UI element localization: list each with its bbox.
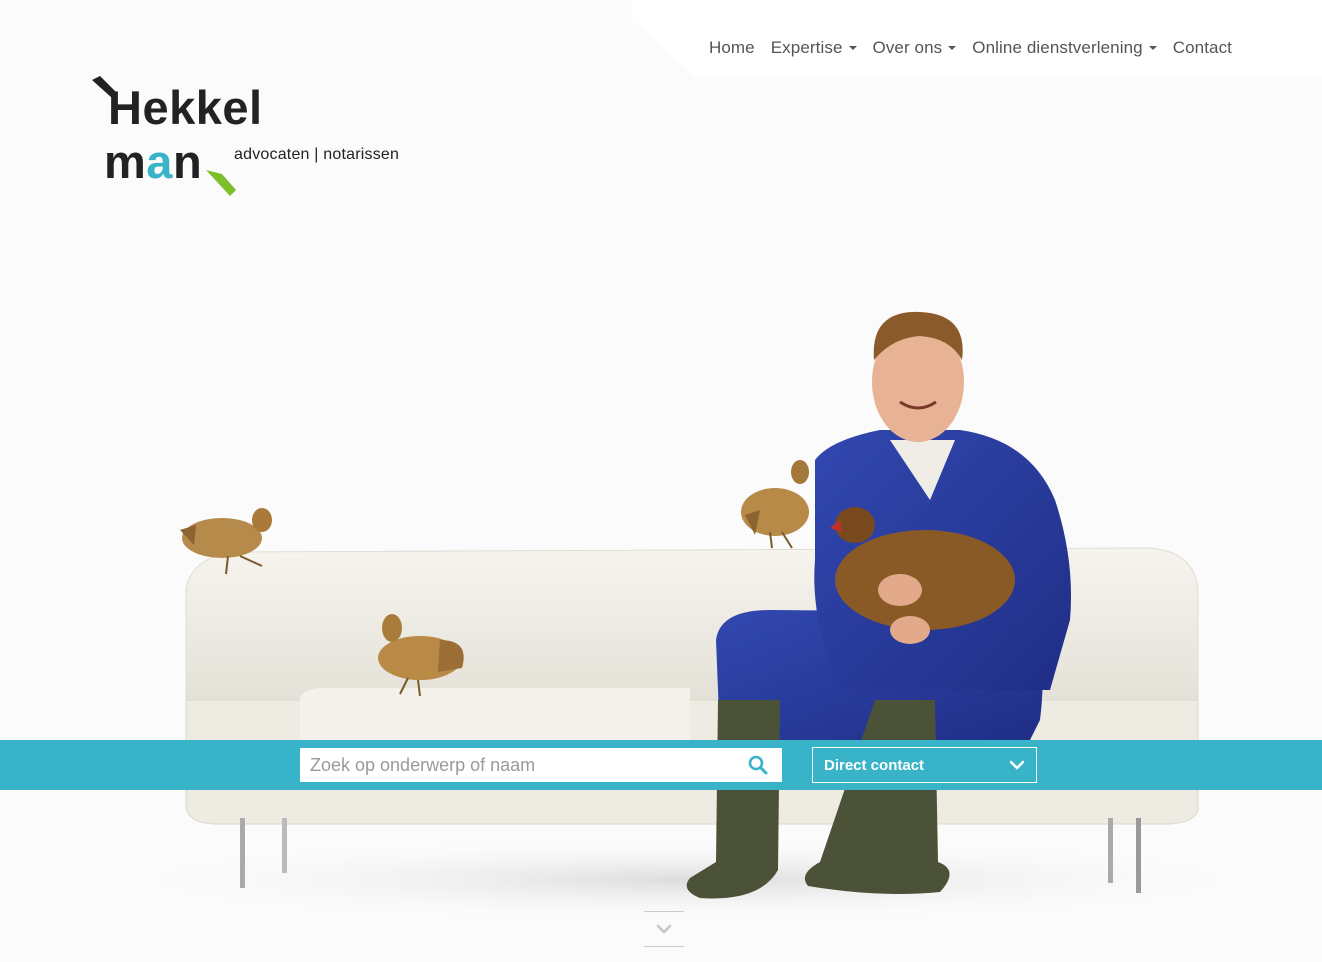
nav-item-label: Home	[708, 38, 755, 57]
chevron-down-icon	[656, 924, 672, 934]
nav-item-over-ons[interactable]: Over ons	[865, 38, 965, 58]
caret-down-icon	[1148, 46, 1157, 50]
nav-item-expertise[interactable]: Expertise	[763, 38, 865, 58]
nav-item-online-dienstverlening[interactable]: Online dienstverlening	[964, 38, 1164, 58]
logo-tagline: advocaten | notarissen	[234, 146, 400, 163]
scroll-down-button[interactable]	[644, 911, 684, 947]
logo-letter: n	[172, 135, 203, 188]
main-nav: Home Expertise Over ons Online dienstver…	[701, 38, 1240, 58]
logo-word-hekkel: Hekkel	[108, 81, 263, 134]
nav-item-label: Over ons	[872, 38, 943, 57]
caret-down-icon	[948, 46, 957, 50]
logo-letter: m	[104, 135, 147, 188]
search-input[interactable]	[300, 748, 740, 782]
site-logo[interactable]: Hekkel man advocaten | notarissen	[90, 74, 430, 200]
search-bar: Direct contact	[0, 740, 1322, 790]
caret-down-icon	[848, 46, 857, 50]
hero: Home Expertise Over ons Online dienstver…	[0, 0, 1322, 962]
logo-letter: a	[146, 135, 173, 188]
nav-item-label: Expertise	[770, 38, 843, 57]
direct-contact-label: Direct contact	[824, 756, 925, 774]
chicken-figure	[741, 460, 809, 549]
nav-item-home[interactable]: Home	[701, 38, 763, 58]
nav-item-label: Online dienstverlening	[972, 38, 1143, 57]
search-icon[interactable]	[748, 755, 768, 775]
nav-item-label: Contact	[1172, 38, 1232, 57]
direct-contact-select[interactable]: Direct contact	[812, 747, 1037, 783]
chevron-down-icon	[1010, 760, 1024, 770]
logo-word-man: man	[104, 138, 202, 185]
nav-item-contact[interactable]: Contact	[1165, 38, 1240, 58]
search-box	[300, 748, 782, 782]
